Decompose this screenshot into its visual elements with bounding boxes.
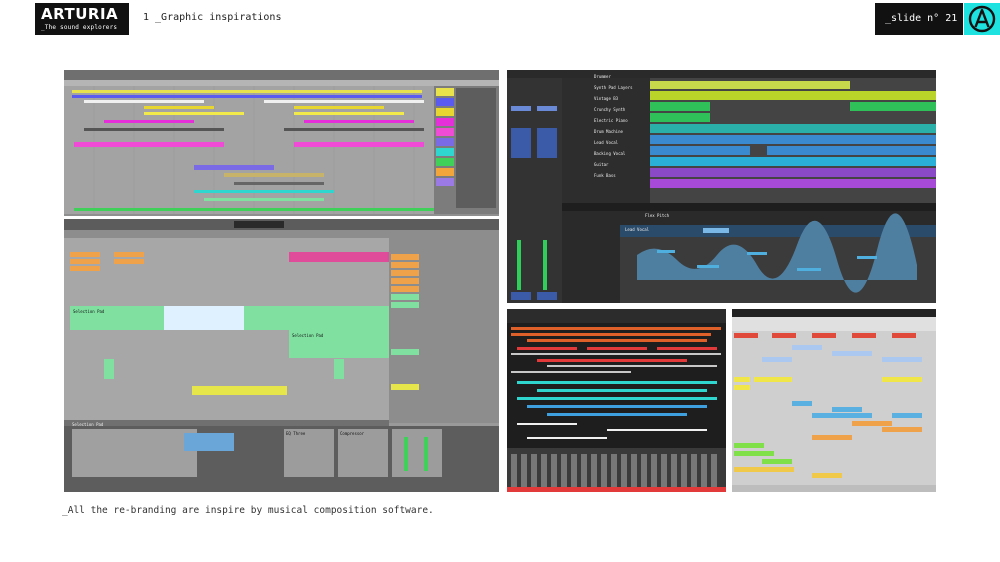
device-label: Compressor bbox=[340, 431, 365, 436]
slide-caption: _All the re-branding are inspire by musi… bbox=[62, 505, 434, 516]
slide-number-box: _slide n° 21 bbox=[875, 3, 963, 35]
slide-number: _slide n° 21 bbox=[885, 13, 958, 24]
section-title: 1 _Graphic inspirations bbox=[143, 12, 282, 23]
daw-session-screenshot: Selection Pad Selection Pad Selection Pa… bbox=[64, 219, 499, 492]
region-name: Lead Vocal bbox=[625, 227, 650, 232]
track-name: Vintage B3 bbox=[594, 96, 619, 101]
fl-studio-screenshot bbox=[507, 309, 726, 492]
device-label: EQ Three bbox=[286, 431, 306, 436]
arturia-logo: ARTURIA _The sound explorers bbox=[35, 3, 129, 35]
piano-roll-screenshot bbox=[732, 309, 936, 492]
daw-arrangement-screenshot bbox=[64, 70, 499, 216]
track-name: Crunchy Synth bbox=[594, 107, 626, 112]
track-name: Lead Vocal bbox=[594, 140, 619, 145]
editor-mode-label: Flex Pitch bbox=[645, 213, 670, 218]
brand-name: ARTURIA bbox=[41, 5, 119, 23]
track-name: Drum Machine bbox=[594, 129, 623, 134]
brand-tagline: _The sound explorers bbox=[41, 24, 118, 31]
clip-label: Selection Pad bbox=[292, 333, 324, 338]
track-name: Funk Bass bbox=[594, 173, 616, 178]
clip-label: Selection Pad bbox=[73, 309, 105, 314]
track-name: Guitar bbox=[594, 162, 609, 167]
arturia-a-logo-icon bbox=[964, 3, 1000, 35]
logic-pro-screenshot: Drummer Synth Pad Layers Vintage B3 Crun… bbox=[507, 70, 936, 303]
track-name: Backing Vocal bbox=[594, 151, 626, 156]
track-name: Synth Pad Layers bbox=[594, 85, 633, 90]
device-label: Selection Pad bbox=[72, 422, 104, 427]
track-name: Drummer bbox=[594, 74, 611, 79]
track-name: Electric Piano bbox=[594, 118, 628, 123]
